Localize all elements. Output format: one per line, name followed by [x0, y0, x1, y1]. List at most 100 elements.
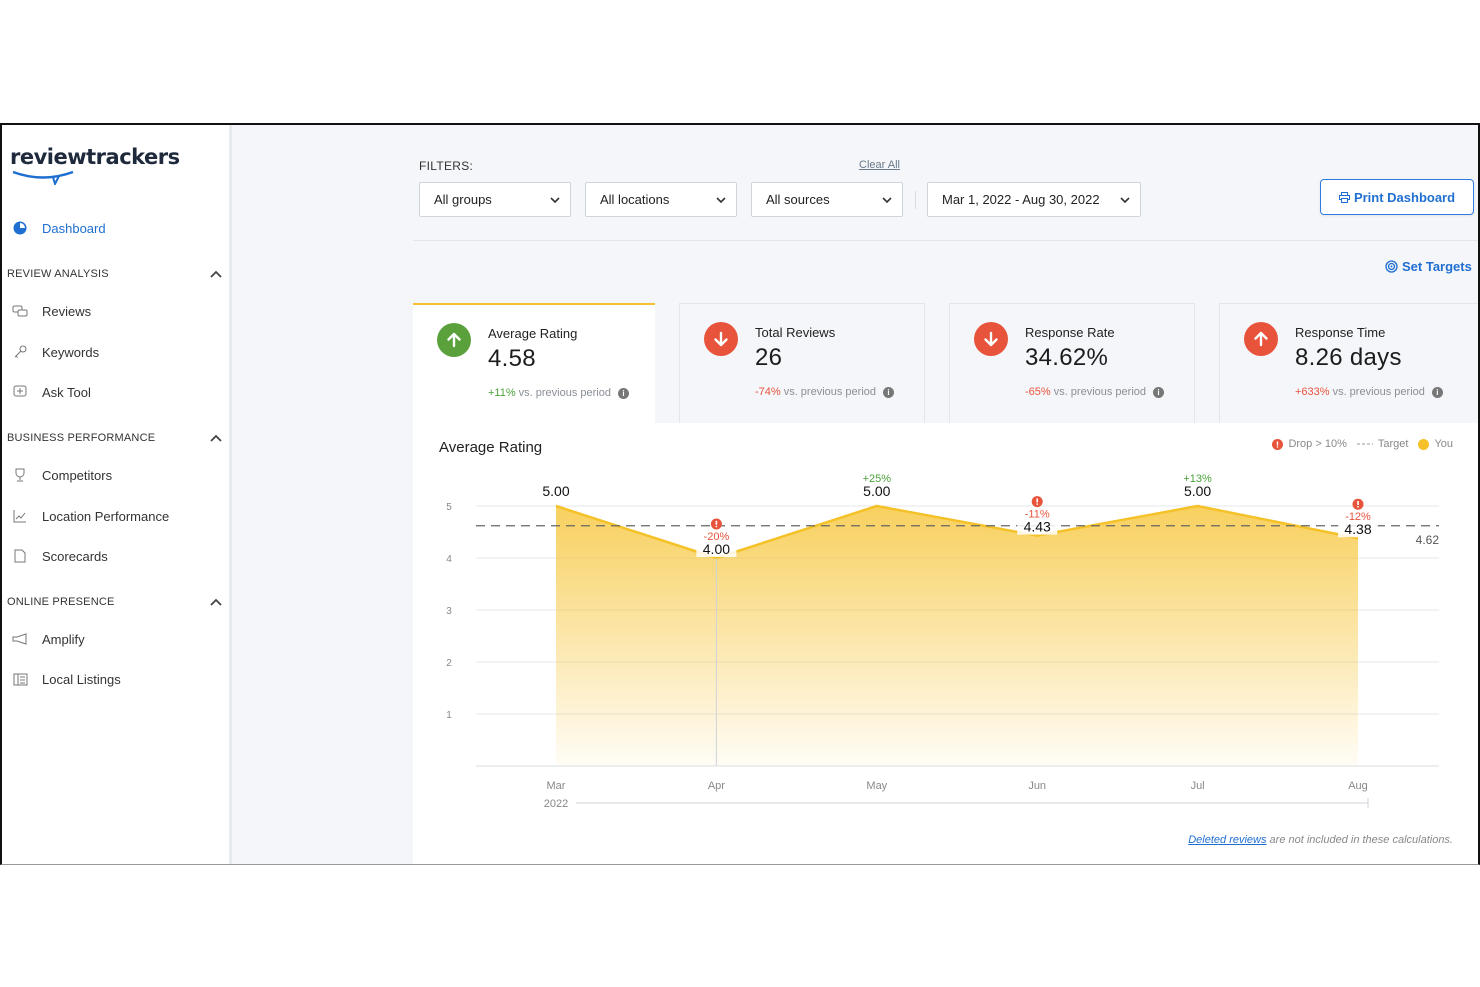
average-rating-chart: 123454.625.00Mar4.00-20%Apr5.00+25%May4.…	[446, 473, 1439, 810]
clear-all-link[interactable]: Clear All	[859, 159, 900, 171]
listings-icon	[11, 670, 29, 688]
set-targets-label: Set Targets	[1402, 259, 1472, 274]
legend-drop: Drop > 10%	[1272, 438, 1347, 450]
set-targets-button[interactable]: Set Targets	[1385, 259, 1472, 274]
sources-dropdown[interactable]: All sources	[751, 182, 903, 217]
sidebar-item-label: Ask Tool	[42, 384, 91, 400]
locations-dropdown[interactable]: All locations	[585, 182, 737, 217]
drop-alert-icon-bar	[1036, 498, 1038, 503]
sidebar-item-location-performance[interactable]: Location Performance	[2, 503, 227, 529]
filters-label: FILTERS:	[419, 159, 474, 173]
sources-dropdown-value: All sources	[766, 192, 830, 207]
kpi-trend-circle	[704, 322, 738, 356]
section-title: REVIEW ANALYSIS	[7, 268, 109, 280]
groups-dropdown[interactable]: All groups	[419, 182, 571, 217]
info-icon[interactable]: i	[883, 386, 895, 398]
y-tick-label: 1	[446, 710, 452, 721]
info-icon[interactable]: i	[1431, 386, 1443, 398]
sidebar-item-ask-tool[interactable]: Ask Tool	[2, 379, 227, 405]
info-icon[interactable]: i	[1153, 386, 1165, 398]
point-change-label: -20%	[704, 531, 730, 543]
date-range-value: Mar 1, 2022 - Aug 30, 2022	[942, 192, 1100, 207]
kpi-value: 34.62%	[1025, 344, 1109, 371]
info-icon[interactable]: i	[617, 387, 629, 399]
average-rating-chart-panel: 1 2 3 4 5 4.62 5.00 Mar 4.00 -20% Apr 5.00 +25% May 4.…	[413, 423, 1478, 864]
chart-footnote: Deleted reviews are not included in thes…	[1188, 834, 1453, 846]
sidebar-item-reviews[interactable]: Reviews	[2, 298, 227, 324]
drop-alert-icon-dot	[1036, 503, 1038, 505]
kpi-title: Response Rate	[1025, 325, 1115, 340]
kpi-card-response-time[interactable]: Response Time 8.26 days +633% vs. previo…	[1219, 303, 1478, 423]
groups-dropdown-value: All groups	[434, 192, 492, 207]
drop-alert-icon-dot	[715, 525, 718, 528]
kpi-comparison: +11% vs. previous period i	[488, 387, 629, 399]
point-value-label: 4.00	[703, 541, 730, 557]
chevron-up-icon	[210, 598, 222, 606]
chevron-down-icon	[550, 196, 560, 203]
kpi-title: Average Rating	[488, 326, 578, 341]
arrow-up-icon	[447, 332, 461, 348]
point-change-label: +13%	[1183, 473, 1212, 485]
kpi-trend-circle	[974, 322, 1008, 356]
y-tick-label: 3	[446, 606, 452, 617]
megaphone-icon	[11, 630, 29, 648]
kpi-change: -65%	[1025, 386, 1051, 398]
kpi-comparison-suffix: vs. previous period	[1053, 386, 1147, 398]
logo-mark-icon	[12, 170, 74, 185]
chart-title: Average Rating	[439, 439, 543, 456]
sidebar-item-dashboard[interactable]: Dashboard	[2, 215, 227, 241]
kpi-trend-circle	[437, 323, 471, 357]
footnote-text: are not included in these calculations.	[1266, 834, 1453, 846]
point-change-label: -12%	[1345, 511, 1371, 523]
kpi-comparison: -65% vs. previous period i	[1025, 386, 1165, 398]
y-tick-label: 4	[446, 554, 452, 565]
app-window: reviewtrackers Dashboard REVIEW ANALYSIS…	[0, 123, 1480, 865]
print-dashboard-button[interactable]: Print Dashboard	[1320, 179, 1474, 215]
date-range-dropdown[interactable]: Mar 1, 2022 - Aug 30, 2022	[927, 182, 1141, 217]
drop-alert-icon-bar	[715, 520, 718, 525]
sidebar-item-scorecards[interactable]: Scorecards	[2, 543, 227, 569]
x-year-label: 2022	[544, 798, 568, 810]
chevron-down-icon	[716, 196, 726, 203]
legend-you: You	[1418, 438, 1453, 450]
main-content: FILTERS: Clear All All groups All locati…	[235, 125, 1478, 864]
x-tick-label: May	[866, 780, 887, 792]
legend-target: Target	[1356, 438, 1409, 450]
section-title: ONLINE PRESENCE	[7, 596, 115, 608]
kpi-value: 8.26 days	[1295, 344, 1402, 371]
sidebar-item-label: Local Listings	[42, 671, 121, 687]
kpi-value: 4.58	[488, 345, 536, 372]
section-business-performance[interactable]: BUSINESS PERFORMANCE	[7, 428, 222, 448]
header-divider	[413, 240, 1478, 241]
sidebar-item-local-listings[interactable]: Local Listings	[2, 666, 227, 692]
kpi-value: 26	[755, 344, 783, 371]
legend-target-label: Target	[1377, 438, 1409, 450]
drop-alert-icon-bar	[1357, 501, 1359, 506]
kpi-card-average-rating[interactable]: Average Rating 4.58 +11% vs. previous pe…	[413, 303, 655, 423]
target-icon	[1385, 260, 1398, 273]
yellow-dot-icon	[1418, 438, 1430, 450]
legend-you-label: You	[1434, 438, 1453, 450]
sidebar-item-label: Scorecards	[42, 548, 108, 564]
kpi-comparison-suffix: vs. previous period	[518, 387, 611, 399]
deleted-reviews-link[interactable]: Deleted reviews	[1188, 834, 1266, 846]
sidebar-item-amplify[interactable]: Amplify	[2, 626, 227, 652]
sidebar-item-competitors[interactable]: Competitors	[2, 462, 227, 488]
brand-logo: reviewtrackers	[10, 145, 180, 169]
sidebar-item-label: Amplify	[42, 631, 85, 647]
section-online-presence[interactable]: ONLINE PRESENCE	[7, 592, 222, 612]
chart-legend: Drop > 10% Target You	[1272, 438, 1453, 450]
y-tick-label: 2	[446, 658, 452, 669]
ask-tool-icon	[11, 383, 29, 401]
section-review-analysis[interactable]: REVIEW ANALYSIS	[7, 264, 222, 284]
point-value-label: 4.38	[1344, 521, 1371, 537]
kpi-change: +633%	[1295, 386, 1330, 398]
section-title: BUSINESS PERFORMANCE	[7, 432, 156, 444]
kpi-card-total-reviews[interactable]: Total Reviews 26 -74% vs. previous perio…	[679, 303, 925, 423]
x-tick-label: Mar	[547, 780, 566, 792]
sidebar-item-keywords[interactable]: Keywords	[2, 339, 227, 365]
sidebar-item-label: Dashboard	[42, 220, 106, 236]
kpi-comparison-suffix: vs. previous period	[1332, 386, 1425, 398]
kpi-card-response-rate[interactable]: Response Rate 34.62% -65% vs. previous p…	[949, 303, 1195, 423]
x-tick-label: Aug	[1348, 780, 1368, 792]
